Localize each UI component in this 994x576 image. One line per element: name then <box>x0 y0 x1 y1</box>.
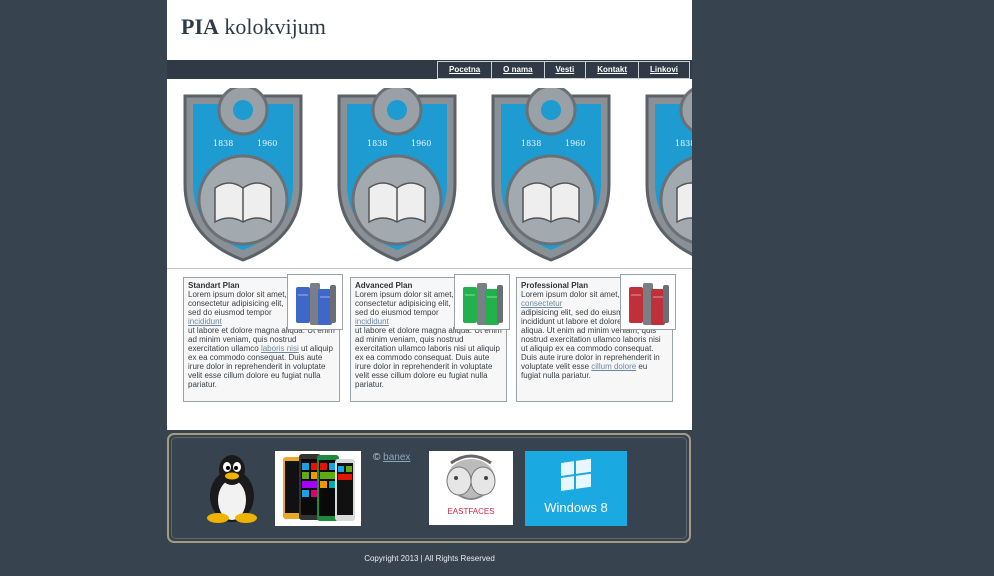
crest-year-left: 1838 <box>521 139 541 148</box>
crest-year-right: 1960 <box>565 139 585 148</box>
plan-link[interactable]: incididunt <box>188 317 222 326</box>
navbar: Pocetna O nama Vesti Kontakt Linkovi <box>167 60 692 79</box>
crest-year-left: 1838 <box>213 139 233 148</box>
crest-year-right: 1960 <box>411 139 431 148</box>
windows-phones-icon[interactable] <box>275 451 361 526</box>
plan-text: Lorem ipsum dolor sit amet, consectetur … <box>188 290 287 326</box>
server-icon <box>454 274 510 330</box>
banex-link[interactable]: banex <box>383 452 410 463</box>
nav-item-o-nama[interactable]: O nama <box>491 61 544 79</box>
plan-text: Lorem ipsum dolor sit amet, consectetur … <box>355 290 454 326</box>
crest-shield-icon: 1838 1960 <box>183 88 303 262</box>
linux-tux-icon[interactable] <box>200 452 264 524</box>
plan-link[interactable]: cillum dolore <box>591 362 636 371</box>
nav-list: Pocetna O nama Vesti Kontakt Linkovi <box>437 61 690 79</box>
plan-link[interactable]: consectetur <box>521 299 562 308</box>
plan-standart: Standart Plan Lorem ipsum dolor sit amet… <box>183 274 343 402</box>
crest-year-left: 1838 <box>675 139 692 148</box>
crest-shield-icon: 1838 1960 <box>645 88 692 256</box>
nav-item-vesti[interactable]: Vesti <box>543 61 586 79</box>
plan-link[interactable]: laboris nisi <box>261 344 299 353</box>
windows-8-logo[interactable]: Windows 8 <box>525 451 627 526</box>
footer-credit: © banex <box>373 452 411 463</box>
crest-shield-icon: 1838 1960 <box>491 88 611 262</box>
crest-shield-icon: 1838 1960 <box>337 88 457 262</box>
plan-professional: Professional Plan Lorem ipsum dolor sit … <box>516 274 676 402</box>
crest-year-right: 1960 <box>257 139 277 148</box>
crest-year-left: 1838 <box>367 139 387 148</box>
plan-text: Lorem ipsum dolor sit amet, consectetur <box>521 290 620 308</box>
nav-item-linkovi[interactable]: Linkovi <box>637 61 690 79</box>
nav-item-pocetna[interactable]: Pocetna <box>437 61 492 79</box>
plan-advanced: Advanced Plan Lorem ipsum dolor sit amet… <box>350 274 510 402</box>
crest-banner: 1838 1960 1838 1960 1838 1960 1838 1960 <box>167 80 692 269</box>
eastfaces-logo[interactable]: EASTFACES <box>429 451 513 525</box>
eastfaces-text: EASTFACES <box>447 507 495 516</box>
copyright-text: Copyright 2013 | All Rights Reserved <box>364 554 495 563</box>
plan-text: ut labore et dolore magna aliqua. Ut eni… <box>355 326 502 389</box>
plan-link[interactable]: incididunt <box>355 317 389 326</box>
nav-item-kontakt[interactable]: Kontakt <box>585 61 638 79</box>
server-icon <box>620 274 676 330</box>
windows8-text: Windows 8 <box>544 500 608 515</box>
server-icon <box>287 274 343 330</box>
site-title: PIA kolokvijum <box>181 14 326 39</box>
